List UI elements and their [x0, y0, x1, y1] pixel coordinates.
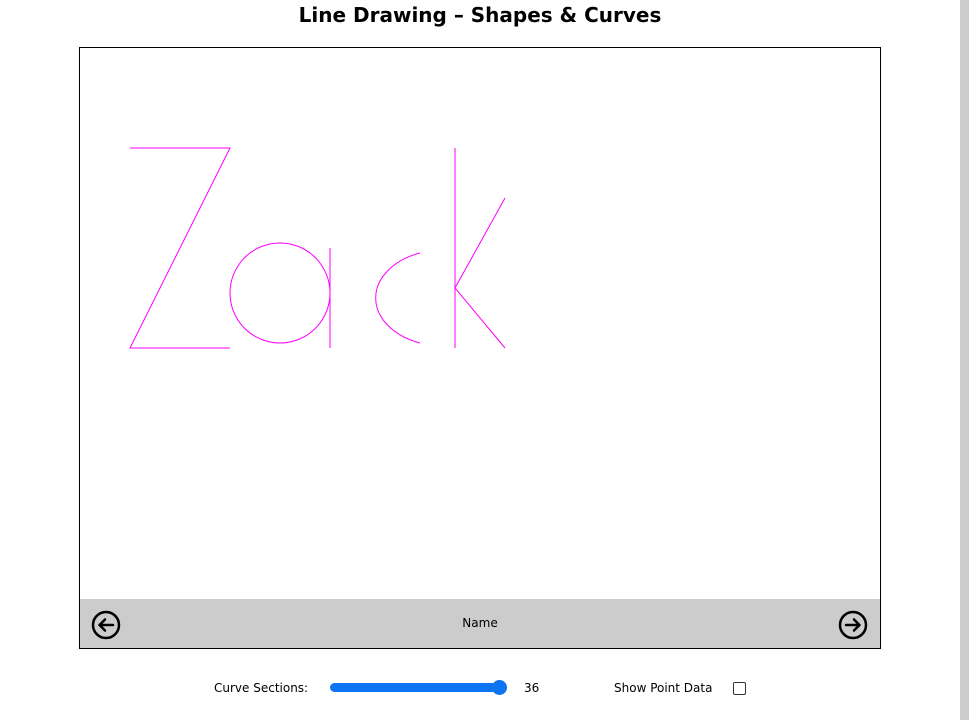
page-scrollbar[interactable] [960, 0, 969, 720]
canvas-nav-bar: Name [80, 599, 880, 648]
letter-a-bowl [229, 242, 331, 344]
letter-c-arc [375, 252, 421, 344]
arrow-right-circle-icon[interactable] [838, 610, 868, 640]
curve-sections-value: 36 [524, 681, 540, 695]
show-point-data-label: Show Point Data [614, 681, 713, 695]
letter-k-arms [454, 197, 506, 349]
name-drawing [129, 147, 506, 349]
slider-track[interactable] [330, 683, 504, 692]
controls-bar: Curve Sections: 36 Show Point Data [0, 676, 960, 700]
show-point-data-checkbox[interactable] [733, 682, 746, 695]
slider-thumb[interactable] [492, 680, 507, 695]
letter-z-path [129, 147, 231, 349]
page-title: Line Drawing – Shapes & Curves [298, 3, 662, 27]
drawing-canvas[interactable]: Name [79, 47, 881, 649]
curve-sections-label: Curve Sections: [214, 681, 309, 695]
page: Line Drawing – Shapes & Curves Name Curv… [0, 0, 969, 720]
curve-sections-slider[interactable] [330, 680, 507, 695]
drawing-name-label: Name [462, 616, 498, 630]
